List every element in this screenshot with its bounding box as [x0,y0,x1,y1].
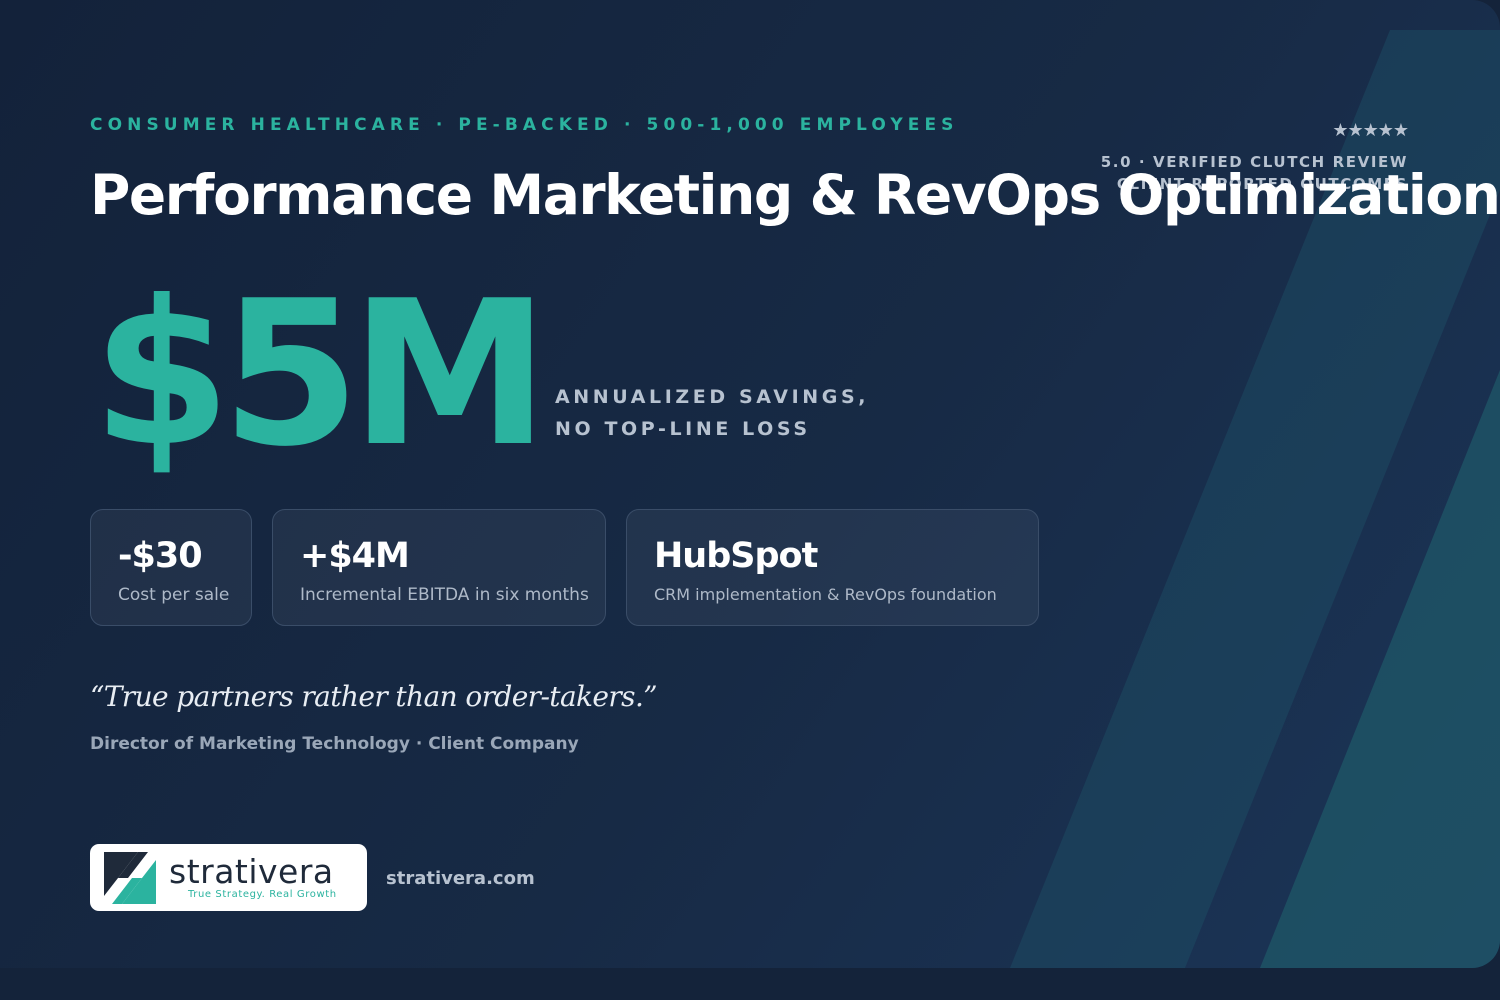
rating-stars: ★★★★★ [1332,120,1409,141]
metric-value: -$30 [118,536,203,576]
metric-label: Cost per sale [118,585,230,605]
metric-card-cost: -$30 Cost per sale [90,509,252,626]
industry-tagline: CONSUMER HEALTHCARE · PE-BACKED · 500-1,… [90,115,959,135]
metric-value: HubSpot [654,536,818,576]
case-study-card: CONSUMER HEALTHCARE · PE-BACKED · 500-1,… [0,0,1500,968]
hero-caption-line-1: ANNUALIZED SAVINGS, [555,386,870,408]
page-title: Performance Marketing & RevOps Optimizat… [90,163,1500,227]
metric-card-crm: HubSpot CRM implementation & RevOps foun… [626,509,1039,626]
metric-label: Incremental EBITDA in six months [300,585,589,605]
metric-value: +$4M [300,536,410,576]
testimonial-attribution: Director of Marketing Technology · Clien… [90,734,579,754]
hero-caption: ANNUALIZED SAVINGS, NO TOP-LINE LOSS [555,381,869,445]
hero-caption-line-2: NO TOP-LINE LOSS [555,418,811,440]
metric-label: CRM implementation & RevOps foundation [654,585,997,604]
brand-name: strativera [169,852,334,891]
website-link[interactable]: strativera.com [386,868,535,889]
testimonial-quote: “True partners rather than order-takers.… [90,680,658,713]
hero-value: $5M [92,258,549,491]
lightning-bolt-icon [104,852,156,904]
brand-logo[interactable]: strativera True Strategy. Real Growth [90,844,367,911]
metric-card-ebitda: +$4M Incremental EBITDA in six months [272,509,606,626]
brand-tagline: True Strategy. Real Growth [188,889,337,900]
